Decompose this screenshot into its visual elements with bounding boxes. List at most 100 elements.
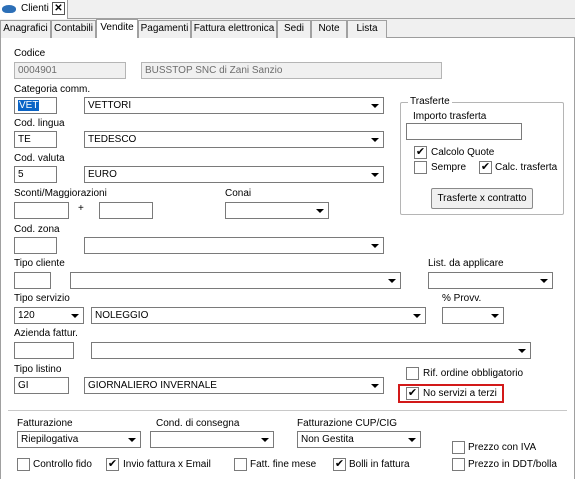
bolli-fattura-checkbox[interactable]: ✔ bbox=[333, 458, 346, 471]
conai-label: Conai bbox=[225, 188, 252, 199]
chevron-down-icon bbox=[71, 314, 79, 318]
close-icon[interactable]: ✕ bbox=[52, 2, 65, 15]
chevron-down-icon bbox=[491, 314, 499, 318]
prezzo-ddt-label: Prezzo in DDT/bolla bbox=[468, 459, 557, 470]
fatt-cup-value: Non Gestita bbox=[301, 434, 354, 445]
chevron-down-icon bbox=[371, 384, 379, 388]
categoria-code-value: VET bbox=[18, 100, 40, 111]
sconti-plus: + bbox=[78, 203, 84, 214]
sconti-input-1[interactable] bbox=[14, 202, 69, 219]
sempre-checkbox[interactable] bbox=[414, 161, 427, 174]
bottom-separator bbox=[8, 410, 567, 411]
categoria-code-input[interactable]: VET bbox=[14, 97, 57, 114]
valuta-label: Cod. valuta bbox=[14, 153, 65, 164]
rif-ordine-checkbox[interactable] bbox=[406, 367, 419, 380]
tab-anagrafici[interactable]: Anagrafici bbox=[0, 20, 51, 38]
chevron-down-icon bbox=[413, 314, 421, 318]
tipo-servizio-code: 120 bbox=[18, 310, 35, 321]
tipo-cliente-combo[interactable] bbox=[70, 272, 401, 289]
no-servizi-label: No servizi a terzi bbox=[423, 388, 497, 399]
fatt-fine-mese-checkbox[interactable] bbox=[234, 458, 247, 471]
lingua-code-input[interactable]: TE bbox=[14, 131, 57, 148]
tab-lista[interactable]: Lista bbox=[347, 20, 387, 38]
chevron-down-icon bbox=[408, 438, 416, 442]
trasferte-title: Trasferte bbox=[408, 96, 452, 107]
fatturazione-label: Fatturazione bbox=[17, 418, 73, 429]
bolli-fattura-label: Bolli in fattura bbox=[349, 459, 410, 470]
document-tab-clienti[interactable]: Clienti ✕ bbox=[0, 0, 68, 19]
tipo-servizio-combo[interactable]: NOLEGGIO bbox=[91, 307, 426, 324]
fatt-fine-mese-label: Fatt. fine mese bbox=[250, 459, 317, 470]
valuta-combo[interactable]: EURO bbox=[84, 166, 384, 183]
window-titlebar bbox=[0, 0, 575, 19]
rif-ordine-label: Rif. ordine obbligatorio bbox=[423, 368, 524, 379]
lingua-desc: TEDESCO bbox=[88, 134, 137, 145]
azienda-fattur-code-input[interactable] bbox=[14, 342, 74, 359]
tab-note[interactable]: Note bbox=[311, 20, 347, 38]
codice-field: 0004901 bbox=[14, 62, 126, 79]
tab-sedi[interactable]: Sedi bbox=[277, 20, 311, 38]
controllo-fido-checkbox[interactable] bbox=[17, 458, 30, 471]
importo-trasferta-input[interactable] bbox=[406, 123, 522, 140]
ragione-sociale-field: BUSSTOP SNC di Zani Sanzio bbox=[141, 62, 442, 79]
calcolo-quote-label: Calcolo Quote bbox=[431, 147, 495, 158]
fatt-cup-label: Fatturazione CUP/CIG bbox=[297, 418, 398, 429]
categoria-combo[interactable]: VETTORI bbox=[84, 97, 384, 114]
tab-fattura-elettronica[interactable]: Fattura elettronica bbox=[191, 20, 277, 38]
provv-label: % Provv. bbox=[442, 293, 482, 304]
categoria-label: Categoria comm. bbox=[14, 84, 91, 95]
chevron-down-icon bbox=[371, 173, 379, 177]
zona-combo[interactable] bbox=[84, 237, 384, 254]
calc-trasferta-checkbox[interactable]: ✔ bbox=[479, 161, 492, 174]
chevron-down-icon bbox=[128, 438, 136, 442]
zona-label: Cod. zona bbox=[14, 224, 60, 235]
chevron-down-icon bbox=[540, 279, 548, 283]
tipo-servizio-label: Tipo servizio bbox=[14, 293, 70, 304]
tipo-listino-label: Tipo listino bbox=[14, 364, 62, 375]
controllo-fido-label: Controllo fido bbox=[33, 459, 92, 470]
provv-combo[interactable] bbox=[442, 307, 504, 324]
tipo-listino-code-input[interactable]: GI bbox=[14, 377, 69, 394]
prezzo-iva-label: Prezzo con IVA bbox=[468, 442, 537, 453]
chevron-down-icon bbox=[371, 138, 379, 142]
tipo-servizio-desc: NOLEGGIO bbox=[95, 310, 149, 321]
tipo-cliente-code-input[interactable] bbox=[14, 272, 51, 289]
lingua-label: Cod. lingua bbox=[14, 118, 65, 129]
fatturazione-value: Riepilogativa bbox=[21, 434, 79, 445]
valuta-desc: EURO bbox=[88, 169, 117, 180]
valuta-code-input[interactable]: 5 bbox=[14, 166, 57, 183]
listino-applicare-label: List. da applicare bbox=[428, 258, 504, 269]
prezzo-ddt-checkbox[interactable] bbox=[452, 458, 465, 471]
tipo-listino-combo[interactable]: GIORNALIERO INVERNALE bbox=[84, 377, 384, 394]
calcolo-quote-checkbox[interactable]: ✔ bbox=[414, 146, 427, 159]
sempre-label: Sempre bbox=[431, 162, 467, 173]
tab-pagamenti[interactable]: Pagamenti bbox=[138, 20, 191, 38]
codice-label: Codice bbox=[14, 48, 46, 59]
importo-trasferta-label: Importo trasferta bbox=[413, 111, 487, 122]
azienda-fattur-label: Azienda fattur. bbox=[14, 328, 78, 339]
chevron-down-icon bbox=[518, 349, 526, 353]
categoria-desc: VETTORI bbox=[88, 100, 132, 111]
calc-trasferta-label: Calc. trasferta bbox=[495, 162, 558, 173]
lingua-combo[interactable]: TEDESCO bbox=[84, 131, 384, 148]
sconti-label: Sconti/Maggiorazioni bbox=[14, 188, 107, 199]
conai-combo[interactable] bbox=[225, 202, 329, 219]
prezzo-iva-checkbox[interactable] bbox=[452, 441, 465, 454]
tipo-listino-desc: GIORNALIERO INVERNALE bbox=[88, 380, 217, 391]
fatturazione-combo[interactable]: Riepilogativa bbox=[17, 431, 141, 448]
zona-code-input[interactable] bbox=[14, 237, 57, 254]
tipo-cliente-label: Tipo cliente bbox=[14, 258, 65, 269]
invio-fattura-checkbox[interactable]: ✔ bbox=[106, 458, 119, 471]
tab-vendite[interactable]: Vendite bbox=[96, 19, 138, 39]
sconti-input-2[interactable] bbox=[99, 202, 153, 219]
tab-contabili[interactable]: Contabili bbox=[51, 20, 96, 38]
cond-consegna-combo[interactable] bbox=[150, 431, 274, 448]
no-servizi-checkbox[interactable]: ✔ bbox=[406, 387, 419, 400]
listino-applicare-combo[interactable] bbox=[428, 272, 553, 289]
tab-strip: Anagrafici Contabili Vendite Pagamenti F… bbox=[0, 19, 575, 39]
trasferte-contratto-button[interactable]: Trasferte x contratto bbox=[431, 188, 533, 209]
chevron-down-icon bbox=[371, 104, 379, 108]
fatt-cup-combo[interactable]: Non Gestita bbox=[297, 431, 421, 448]
tipo-servizio-code-combo[interactable]: 120 bbox=[14, 307, 84, 324]
azienda-fattur-combo[interactable] bbox=[91, 342, 531, 359]
